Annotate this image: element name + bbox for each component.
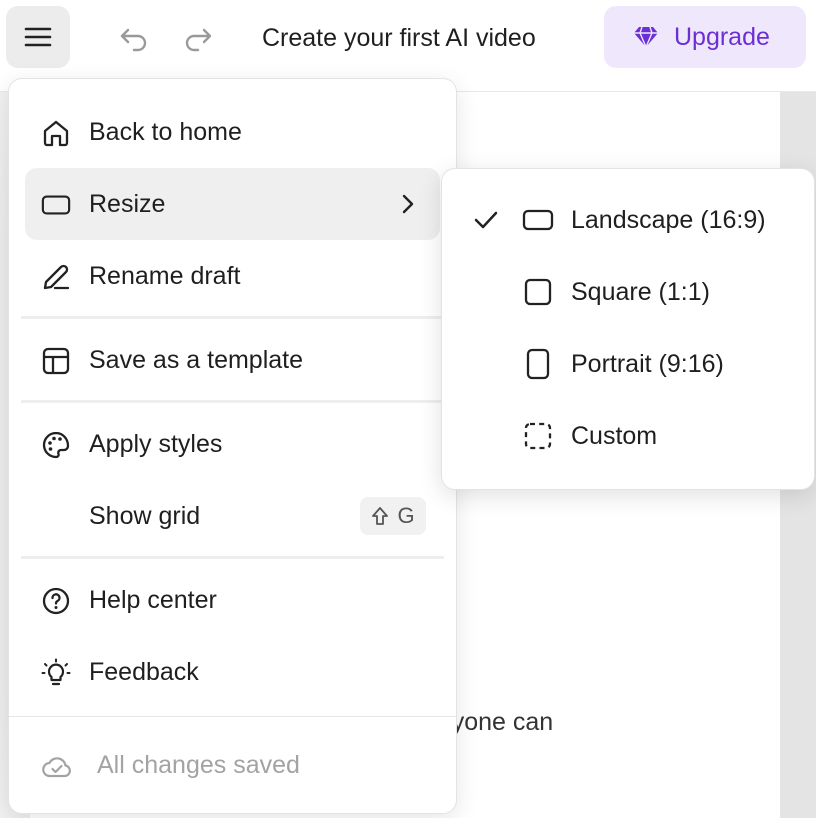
menu-item-label: Help center — [89, 586, 217, 614]
upgrade-button[interactable]: Upgrade — [604, 6, 806, 68]
submenu-item-custom[interactable]: Custom — [454, 401, 802, 471]
square-icon — [520, 276, 556, 308]
document-title[interactable]: Create your first AI video — [262, 22, 536, 54]
submenu-item-label: Custom — [571, 422, 658, 450]
menu-item-label: Save as a template — [89, 346, 304, 374]
upgrade-label: Upgrade — [674, 22, 770, 51]
main-menu-dropdown: Back to home Resize Rename draft Save as… — [8, 78, 457, 814]
submenu-item-label: Portrait (9:16) — [571, 350, 724, 378]
save-status-label: All changes saved — [97, 751, 300, 779]
menu-item-save-as-template[interactable]: Save as a template — [25, 324, 440, 396]
menu-item-label: Apply styles — [89, 430, 223, 458]
menu-item-resize[interactable]: Resize — [25, 168, 440, 240]
shift-icon — [371, 506, 389, 526]
submenu-item-label: Landscape (16:9) — [571, 206, 766, 234]
menu-item-feedback[interactable]: Feedback — [25, 636, 440, 708]
custom-dashed-icon — [520, 420, 556, 452]
shortcut-key: G — [397, 503, 415, 528]
diamond-icon — [632, 25, 660, 49]
main-menu-button[interactable] — [6, 6, 70, 68]
redo-button[interactable] — [180, 20, 216, 56]
cloud-check-icon — [41, 753, 73, 781]
menu-item-label: Feedback — [89, 658, 199, 686]
palette-icon — [41, 430, 71, 460]
menu-divider — [21, 316, 444, 319]
hamburger-menu-icon — [24, 26, 52, 48]
menu-item-show-grid[interactable]: Show grid G — [25, 480, 440, 552]
pencil-icon — [41, 262, 71, 292]
lightbulb-icon — [41, 658, 71, 688]
submenu-item-portrait[interactable]: Portrait (9:16) — [454, 329, 802, 399]
menu-divider — [21, 556, 444, 559]
save-status-footer: All changes saved — [9, 716, 456, 813]
menu-item-apply-styles[interactable]: Apply styles — [25, 408, 440, 480]
menu-item-label: Resize — [89, 190, 166, 218]
submenu-item-landscape[interactable]: Landscape (16:9) — [454, 185, 802, 255]
menu-item-label: Rename draft — [89, 262, 241, 290]
menu-item-label: Show grid — [89, 502, 201, 530]
chevron-right-icon — [396, 192, 420, 216]
menu-item-label: Back to home — [89, 118, 242, 146]
submenu-item-label: Square (1:1) — [571, 278, 710, 306]
submenu-item-square[interactable]: Square (1:1) — [454, 257, 802, 327]
portrait-icon — [520, 348, 556, 380]
resize-submenu: Landscape (16:9) Square (1:1) Portrait (… — [441, 168, 815, 490]
help-circle-icon — [41, 586, 71, 616]
template-icon — [41, 346, 71, 376]
home-icon — [41, 118, 71, 148]
undo-icon — [118, 24, 150, 52]
checkmark-icon — [472, 206, 500, 234]
redo-icon — [182, 24, 214, 52]
undo-button[interactable] — [116, 20, 152, 56]
landscape-icon — [520, 204, 556, 236]
keyboard-shortcut: G — [360, 497, 426, 535]
rectangle-icon — [41, 190, 71, 220]
menu-item-help-center[interactable]: Help center — [25, 564, 440, 636]
menu-item-rename-draft[interactable]: Rename draft — [25, 240, 440, 312]
menu-item-back-to-home[interactable]: Back to home — [25, 96, 440, 168]
menu-divider — [21, 400, 444, 403]
